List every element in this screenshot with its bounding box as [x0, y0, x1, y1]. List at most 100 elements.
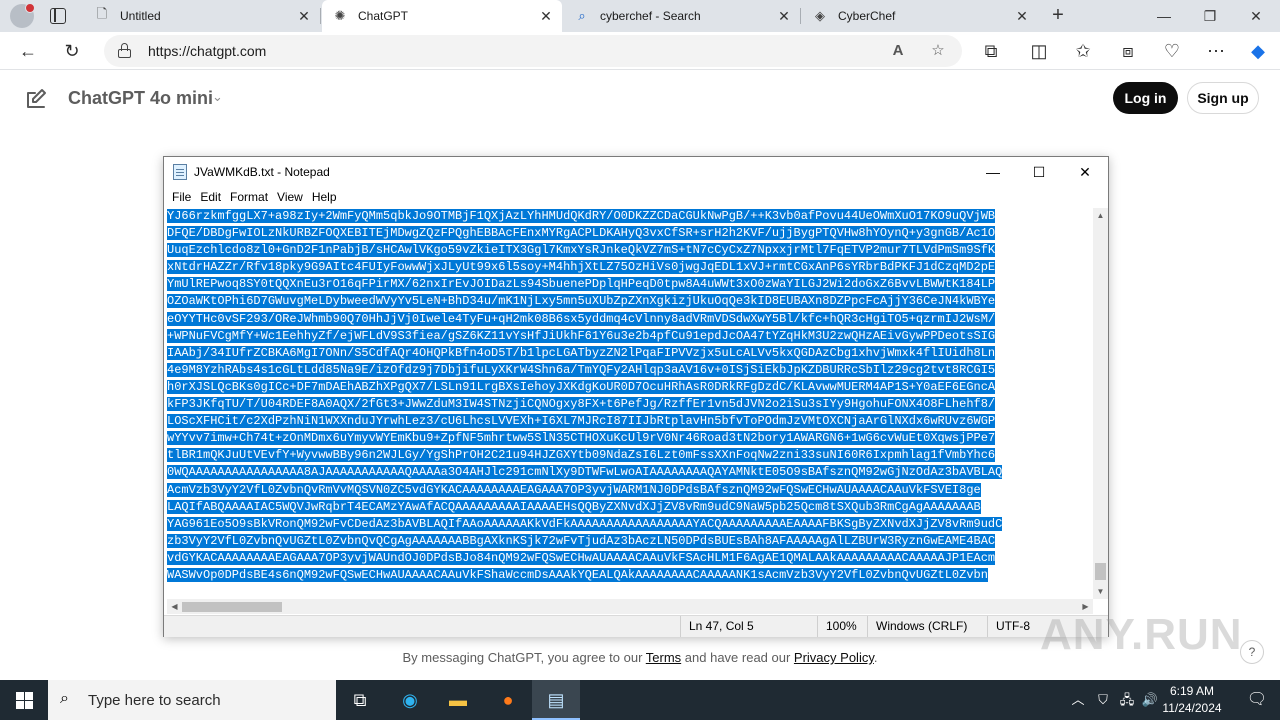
split-screen-icon[interactable]: ◫ [1025, 37, 1053, 65]
menu-view[interactable]: View [277, 187, 303, 207]
signup-button[interactable]: Sign up [1187, 82, 1259, 114]
notepad-maximize-button[interactable]: ☐ [1016, 157, 1062, 187]
cursor-position: Ln 47, Col 5 [680, 616, 830, 637]
search-placeholder: Type here to search [88, 692, 221, 709]
minimize-button[interactable]: — [1141, 0, 1187, 32]
clock-time: 6:19 AM [1169, 684, 1215, 698]
close-tab-icon[interactable]: ✕ [296, 8, 312, 24]
text-line: tlBR1mQKJuUtVEvfY+WyvwwBBy96n2WJLGy/YgSh… [167, 448, 996, 463]
line-ending: Windows (CRLF) [867, 616, 987, 637]
lock-icon[interactable] [118, 43, 131, 58]
collections-icon[interactable]: ⧈ [1114, 37, 1142, 65]
login-button[interactable]: Log in [1113, 82, 1178, 114]
text-line: vdGYKACAAAAAAAAEAGAAA7OP3yvjWAUndOJ0DPds… [167, 550, 996, 565]
notepad-title: JVaWMKdB.txt - Notepad [194, 165, 330, 179]
search-icon: ⌕ [578, 8, 586, 23]
close-tab-icon[interactable]: ✕ [776, 8, 792, 24]
terms-prefix: By messaging ChatGPT, you agree to our [402, 650, 646, 665]
menu-edit[interactable]: Edit [200, 187, 221, 207]
tab-actions-icon[interactable] [50, 8, 66, 24]
tab-untitled[interactable]: 🗋 Untitled ✕ [84, 0, 321, 32]
tab-chatgpt[interactable]: ✺ ChatGPT ✕ [322, 0, 562, 32]
vertical-scrollbar[interactable]: ▲ ▼ [1093, 208, 1108, 599]
privacy-policy-link[interactable]: Privacy Policy [794, 650, 874, 665]
close-window-button[interactable]: ✕ [1233, 0, 1279, 32]
search-icon: ⌕ [60, 690, 69, 707]
restore-button[interactable]: ❐ [1187, 0, 1233, 32]
text-line: LAQIfABQAAAAIAC5WQVJwRqbrT4ECAMzYAwAfACQ… [167, 499, 981, 514]
menu-format[interactable]: Format [230, 187, 268, 207]
more-options-icon[interactable]: ⋯ [1202, 37, 1230, 65]
notepad-title-bar[interactable]: JVaWMKdB.txt - Notepad — ☐ ✕ [164, 157, 1108, 187]
new-tab-button[interactable]: + [1046, 4, 1070, 28]
menu-file[interactable]: File [172, 187, 191, 207]
security-icon[interactable]: ⛉ [1092, 680, 1114, 720]
tab-title: ChatGPT [358, 9, 409, 23]
terms-suffix: . [873, 650, 878, 665]
notepad-minimize-button[interactable]: — [970, 157, 1016, 187]
copilot-icon[interactable]: ◆ [1244, 37, 1272, 65]
text-line: h0rXJSLQcBKs0gICc+DF7mDAEhABZhXPgQX7/LSL… [167, 379, 996, 394]
vertical-scroll-thumb[interactable] [1095, 563, 1106, 580]
chevron-down-icon[interactable]: ⌄ [212, 89, 223, 105]
file-explorer-icon[interactable]: ▬ [434, 680, 482, 720]
horizontal-scroll-thumb[interactable] [182, 602, 282, 612]
notepad-status-bar: Ln 47, Col 5 100% Windows (CRLF) UTF-8 [164, 615, 1108, 637]
horizontal-scrollbar[interactable]: ◀ ▶ [167, 599, 1093, 614]
taskbar-search[interactable]: ⌕ Type here to search [48, 680, 336, 720]
address-bar[interactable]: https://chatgpt.com A ☆ [104, 35, 962, 67]
network-icon[interactable]: 🖧 [1116, 680, 1138, 720]
new-chat-icon[interactable] [24, 87, 48, 111]
text-line: YJ66rzkmfggLX7+a98zIy+2WmFyQMm5qbkJo9OTM… [167, 209, 996, 223]
notification-icon[interactable]: 🗨 [1234, 680, 1280, 720]
browser-toolbar: ← ↻ https://chatgpt.com A ☆ ⧉ ◫ ✩ ⧈ ♡ ⋯ … [0, 32, 1280, 70]
text-line: xNtdrHAZZr/Rfv18pky9G9AItc4FUIyFowwWjxJL… [167, 260, 996, 275]
show-hidden-icons[interactable]: ︿ [1066, 680, 1090, 720]
performance-icon[interactable]: ♡ [1158, 37, 1186, 65]
tab-cyberchef[interactable]: ◈ CyberChef ✕ [802, 0, 1038, 32]
notepad-icon [173, 164, 187, 180]
favorite-star-icon[interactable]: ☆ [926, 39, 950, 63]
task-view-icon[interactable]: ⧉ [336, 680, 384, 720]
text-line: zb3VyY2VfL0ZvbnQvUGZtL0ZvbnQvQCgAgAAAAAA… [167, 533, 996, 548]
scroll-left-icon[interactable]: ◀ [167, 599, 182, 614]
tab-cyberchef-search[interactable]: ⌕ cyberchef - Search ✕ [564, 0, 801, 32]
refresh-icon[interactable]: ↻ [58, 37, 86, 65]
tab-separator [800, 8, 801, 24]
tab-title: Untitled [120, 9, 161, 23]
close-tab-icon[interactable]: ✕ [538, 8, 554, 24]
text-line: wYYvv7imw+Ch74t+zOnMDmx6uYmyvWYEmKbu9+Zp… [167, 431, 996, 446]
back-icon[interactable]: ← [14, 37, 42, 65]
start-button[interactable] [0, 680, 48, 720]
edge-icon[interactable]: ◉ [386, 680, 434, 720]
text-line: LOScXFHCit/c2XdPzhNiN1WXXnduJYrwhLez3/cU… [167, 414, 996, 429]
read-aloud-icon[interactable]: A [886, 39, 910, 63]
text-line: eOYYTHc0vSF293/OReJWhmb90Q70HhJjVj0Iwele… [167, 311, 996, 326]
scroll-up-icon[interactable]: ▲ [1093, 208, 1108, 223]
text-line: DFQE/DBDgFwIOLzNkURBZFOQXEBITEjMDwgZQzFP… [167, 226, 996, 241]
text-line: AcmVzb3VyY2VfL0ZvbnQvRmVvMQSVN0ZC5vdGYKA… [167, 482, 981, 497]
anyrun-watermark: ANY.RUN [1040, 610, 1243, 659]
firefox-icon[interactable]: ● [484, 680, 532, 720]
menu-help[interactable]: Help [312, 187, 337, 207]
close-tab-icon[interactable]: ✕ [1014, 8, 1030, 24]
text-line: 4e9M8YzhRAbs4s1cGLtLdd85Na9E/izOfdz9j7Db… [167, 362, 996, 377]
document-icon: 🗋 [96, 6, 108, 21]
profile-avatar[interactable] [10, 3, 35, 28]
notepad-close-button[interactable]: ✕ [1062, 157, 1108, 187]
favorites-icon[interactable]: ✩ [1069, 37, 1097, 65]
text-line: OZOaWKtOPhi6D7GWuvgMeLDybweedWVyYv5LeN+B… [167, 294, 996, 309]
system-clock[interactable]: 6:19 AM 11/24/2024 [1150, 683, 1234, 717]
extensions-icon[interactable]: ⧉ [977, 37, 1005, 65]
text-line: kFP3JKfqTU/T/U04RDEF8A0AQX/2fGt3+JWwZduM… [167, 397, 996, 412]
terms-link[interactable]: Terms [646, 650, 681, 665]
clock-date: 11/24/2024 [1162, 701, 1222, 715]
zoom-level: 100% [817, 616, 867, 637]
scroll-down-icon[interactable]: ▼ [1093, 584, 1108, 599]
model-selector[interactable]: ChatGPT 4o mini [68, 88, 213, 109]
text-line: YmUlREPwoq8SY0tQQXnEu3rO16qFPirMX/62nxIr… [167, 277, 996, 292]
help-button[interactable]: ? [1240, 640, 1264, 664]
notepad-taskbar-icon[interactable]: ▤ [532, 680, 580, 720]
notepad-text-area[interactable]: YJ66rzkmfggLX7+a98zIy+2WmFyQMm5qbkJo9OTM… [167, 208, 1092, 599]
url-text[interactable]: https://chatgpt.com [148, 43, 266, 59]
